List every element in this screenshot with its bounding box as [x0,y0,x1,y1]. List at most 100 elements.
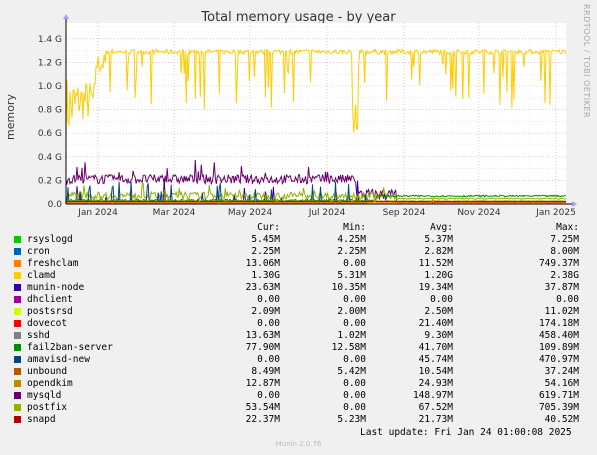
legend-value-avg: 10.54M [418,366,453,377]
legend-value-avg: 0.00 [430,294,453,305]
legend-series-name: rsyslogd [27,234,73,245]
x-tick-label: Jan 2025 [535,208,576,218]
legend-row: opendkim 12.87M 0.00 24.93M 54.16M [12,378,592,390]
legend-value-cur: 1.30G [251,270,280,281]
legend-value-cur: 53.54M [245,402,280,413]
legend-series-name: munin-node [27,282,85,293]
legend-series-name: dhclient [27,294,73,305]
y-axis-arrow [63,14,69,19]
legend-series-name: clamd [27,270,56,281]
legend-swatch [14,308,21,315]
legend-swatch [14,332,21,339]
legend-swatch [14,236,21,243]
x-tick-label: Nov 2024 [457,208,501,218]
legend-column-header: Avg: [430,222,453,233]
x-tick-label: Jul 2024 [308,208,346,218]
legend-series-name: cron [27,246,50,257]
legend-swatch [14,272,21,279]
legend-row: sshd 13.63M 1.02M 9.30M 458.40M [12,330,592,342]
legend-value-min: 0.00 [343,390,366,401]
legend-value-cur: 12.87M [245,378,280,389]
legend-value-cur: 22.37M [245,414,280,425]
legend-value-cur: 2.25M [251,246,280,257]
legend-value-min: 1.02M [337,330,366,341]
legend-header: Cur: Min: Avg: Max: [12,222,592,234]
legend-column-header: Max: [556,222,579,233]
legend-swatch [14,248,21,255]
y-tick-label: 1.2 G [38,58,62,68]
x-axis-arrow [572,201,577,207]
legend-series-name: dovecot [27,318,68,329]
legend-value-min: 5.31M [337,270,366,281]
y-tick-label: 0.0 [48,200,63,210]
last-update: Last update: Fri Jan 24 01:00:08 2025 [360,427,572,438]
legend-value-max: 0.00 [556,294,579,305]
legend-series-name: unbound [27,366,68,377]
legend-row: dhclient 0.00 0.00 0.00 0.00 [12,294,592,306]
y-tick-label: 1.4 G [38,35,62,45]
legend-value-min: 0.00 [343,318,366,329]
legend-value-min: 2.00M [337,306,366,317]
legend-value-max: 7.25M [550,234,579,245]
legend-value-min: 0.00 [343,258,366,269]
legend-value-avg: 19.34M [418,282,453,293]
legend-value-min: 4.25M [337,234,366,245]
legend-series-name: mysqld [27,390,62,401]
legend-value-min: 5.23M [337,414,366,425]
legend-row: rsyslogd 5.45M 4.25M 5.37M 7.25M [12,234,592,246]
legend-value-avg: 45.74M [418,354,453,365]
legend-value-max: 109.89M [538,342,579,353]
y-tick-label: 1.0 G [38,82,62,92]
legend-value-avg: 9.30M [424,330,453,341]
legend-series-name: amavisd-new [27,354,90,365]
legend-value-max: 458.40M [538,330,579,341]
legend-column-header: Min: [343,222,366,233]
legend-row: fail2ban-server 77.90M 12.58M 41.70M 109.89M [12,342,592,354]
legend-value-avg: 1.20G [424,270,453,281]
legend-swatch [14,344,21,351]
legend-value-max: 54.16M [544,378,579,389]
legend-row: cron 2.25M 2.25M 2.82M 8.00M [12,246,592,258]
legend-series-name: fail2ban-server [27,342,113,353]
legend-value-cur: 0.00 [257,390,280,401]
legend-swatch [14,320,21,327]
legend-value-avg: 11.52M [418,258,453,269]
legend-row: munin-node 23.63M 10.35M 19.34M 37.87M [12,282,592,294]
legend-value-max: 8.00M [550,246,579,257]
legend-value-min: 0.00 [343,294,366,305]
legend-value-cur: 13.06M [245,258,280,269]
legend-row: unbound 8.49M 5.42M 10.54M 37.24M [12,366,592,378]
legend-value-cur: 0.00 [257,318,280,329]
legend-series-name: postfix [27,402,68,413]
legend-value-avg: 5.37M [424,234,453,245]
legend-series-name: sshd [27,330,50,341]
legend-row: postsrsd 2.09M 2.00M 2.50M 11.02M [12,306,592,318]
y-tick-label: 0.4 G [38,153,62,163]
legend-value-max: 705.39M [538,402,579,413]
legend-value-max: 619.71M [538,390,579,401]
legend-swatch [14,416,21,423]
legend-value-max: 470.97M [538,354,579,365]
legend-series-name: snapd [27,414,56,425]
x-tick-label: Mar 2024 [153,208,196,218]
legend-swatch [14,404,21,411]
legend-value-max: 749.37M [538,258,579,269]
y-tick-label: 0.8 G [38,106,62,116]
legend-value-min: 10.35M [331,282,366,293]
legend-value-avg: 21.40M [418,318,453,329]
legend-value-min: 12.58M [331,342,366,353]
legend-row: dovecot 0.00 0.00 21.40M 174.18M [12,318,592,330]
legend-swatch [14,296,21,303]
legend-series-name: postsrsd [27,306,73,317]
legend-swatch [14,380,21,387]
x-tick-label: Jan 2024 [77,208,118,218]
x-tick-label: May 2024 [228,208,273,218]
legend-row: clamd 1.30G 5.31M 1.20G 2.38G [12,270,592,282]
legend-value-max: 37.24M [544,366,579,377]
legend-value-min: 0.00 [343,354,366,365]
y-tick-label: 0.6 G [38,129,62,139]
legend-row: postfix 53.54M 0.00 67.52M 705.39M [12,402,592,414]
legend-value-max: 174.18M [538,318,579,329]
legend-value-avg: 2.82M [424,246,453,257]
legend-value-avg: 148.97M [412,390,453,401]
